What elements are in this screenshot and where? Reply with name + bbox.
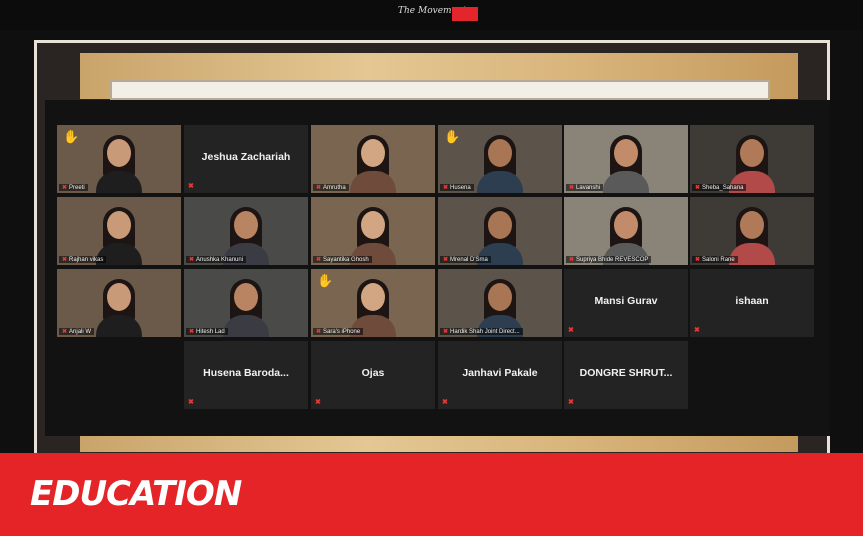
brand-logo-icon [452,7,478,21]
participant-name-label: ✖ Mrenal D'Sma [440,256,491,263]
mic-muted-icon: ✖ [188,183,194,190]
mic-muted-icon: ✖ [443,257,449,263]
mic-muted-icon: ✖ [316,329,322,335]
mic-muted-icon: ✖ [189,329,195,335]
participant-tile[interactable]: ✖ Saloni Rane [690,197,814,265]
participant-tile[interactable]: DONGRE SHRUT... ✖ [564,341,688,409]
participant-name-label: ✖ Anushka Khanuni [186,256,247,263]
footer-title: EDUCATION [30,474,242,514]
participant-name-label: ✖ Supriya Bhide REVESCOP [566,256,652,263]
participant-name-label: ✖ Anjali W [59,328,95,335]
participant-name: Saloni Rane [702,257,735,263]
participant-name-label: ✖ Hitesh Lad [186,328,228,335]
mic-muted-icon: ✖ [315,399,321,406]
participant-tile[interactable]: Mansi Gurav ✖ [564,269,688,337]
raised-hand-icon: ✋ [317,273,334,288]
participant-name: Rajhan vikas [69,257,104,263]
participant-video [96,279,142,337]
mic-muted-icon: ✖ [189,257,195,263]
top-bar: The Movement [0,0,863,30]
participant-video [350,135,396,193]
participant-name: Husena [450,185,471,191]
participant-name-label: ✖ Hardik Shah Joint Direct... [440,328,523,335]
participant-tile[interactable]: ✖ Lavanshi [564,125,688,193]
participant-tile[interactable]: ✖ Sheba_Sahana [690,125,814,193]
participant-name: Janhavi Pakale [462,367,538,379]
participant-video [223,279,269,337]
participant-name: Jeshua Zachariah [201,151,291,163]
participant-tile[interactable]: ✖ Sayantika Ghosh [311,197,435,265]
participant-tile[interactable]: ✖ Anjali W [57,269,181,337]
participant-tile[interactable]: ✖ Rajhan vikas [57,197,181,265]
participant-video [96,135,142,193]
participant-tile[interactable]: ✖ Hardik Shah Joint Direct... [438,269,562,337]
participant-tile[interactable]: Janhavi Pakale ✖ [438,341,562,409]
participant-name: ishaan [735,295,769,307]
mic-muted-icon: ✖ [569,257,575,263]
participant-tile[interactable]: Jeshua Zachariah ✖ [184,125,308,193]
participant-name: Lavanshi [576,185,601,191]
participant-name: Anjali W [69,329,92,335]
participant-name: Sheba_Sahana [702,185,744,191]
mic-muted-icon: ✖ [568,399,574,406]
participant-name: Amrutha [323,185,346,191]
participant-video [603,135,649,193]
participant-name: Preeti [69,185,85,191]
participant-tile[interactable]: ✖ Sara's iPhone ✋ [311,269,435,337]
participant-name-label: ✖ Sheba_Sahana [692,184,747,191]
participant-name: Mansi Gurav [594,295,658,307]
mic-muted-icon: ✖ [695,185,701,191]
participant-tile[interactable]: Ojas ✖ [311,341,435,409]
participant-tile[interactable]: Husena Baroda... ✖ [184,341,308,409]
mic-muted-icon: ✖ [568,327,574,334]
participant-name: Sara's iPhone [323,329,361,335]
mic-muted-icon: ✖ [569,185,575,191]
mic-muted-icon: ✖ [694,327,700,334]
participant-name: Hitesh Lad [196,329,225,335]
mic-muted-icon: ✖ [188,399,194,406]
mic-muted-icon: ✖ [62,185,68,191]
participant-tile[interactable]: ✖ Preeti ✋ [57,125,181,193]
participant-name-label: ✖ Saloni Rane [692,256,738,263]
participant-name: Sayantika Ghosh [323,257,369,263]
participant-name-label: ✖ Preeti [59,184,88,191]
participant-tile[interactable]: ishaan ✖ [690,269,814,337]
participant-name-label: ✖ Husena [440,184,474,191]
mic-muted-icon: ✖ [316,257,322,263]
participant-name: Anushka Khanuni [196,257,244,263]
participant-tile[interactable]: ✖ Mrenal D'Sma [438,197,562,265]
participant-name: Husena Baroda... [203,367,289,379]
participant-name-label: ✖ Lavanshi [566,184,604,191]
mic-muted-icon: ✖ [443,185,449,191]
participant-name-label: ✖ Sayantika Ghosh [313,256,372,263]
participant-tile[interactable]: ✖ Hitesh Lad [184,269,308,337]
participant-tile[interactable]: ✖ Supriya Bhide REVESCOP [564,197,688,265]
participant-name: Ojas [361,367,385,379]
mic-muted-icon: ✖ [442,399,448,406]
video-call-grid: ✖ Preeti ✋ Jeshua Zachariah ✖ ✖ Amrutha ✖ Husena… [45,100,830,436]
participant-name-label: ✖ Rajhan vikas [59,256,107,263]
participant-name: Supriya Bhide REVESCOP [576,257,649,263]
participant-name-label: ✖ Sara's iPhone [313,328,364,335]
mic-muted-icon: ✖ [62,329,68,335]
raised-hand-icon: ✋ [444,129,461,144]
mic-muted-icon: ✖ [443,329,449,335]
participant-tile[interactable]: ✖ Anushka Khanuni [184,197,308,265]
participant-name: DONGRE SHRUT... [579,367,673,379]
raised-hand-icon: ✋ [63,129,80,144]
mic-muted-icon: ✖ [62,257,68,263]
participant-name: Hardik Shah Joint Direct... [450,329,520,335]
participant-video [477,135,523,193]
mic-muted-icon: ✖ [316,185,322,191]
participant-name-label: ✖ Amrutha [313,184,349,191]
poster-board [110,80,770,100]
mic-muted-icon: ✖ [695,257,701,263]
participant-tile[interactable]: ✖ Husena ✋ [438,125,562,193]
participant-tile[interactable]: ✖ Amrutha [311,125,435,193]
participant-name: Mrenal D'Sma [450,257,488,263]
